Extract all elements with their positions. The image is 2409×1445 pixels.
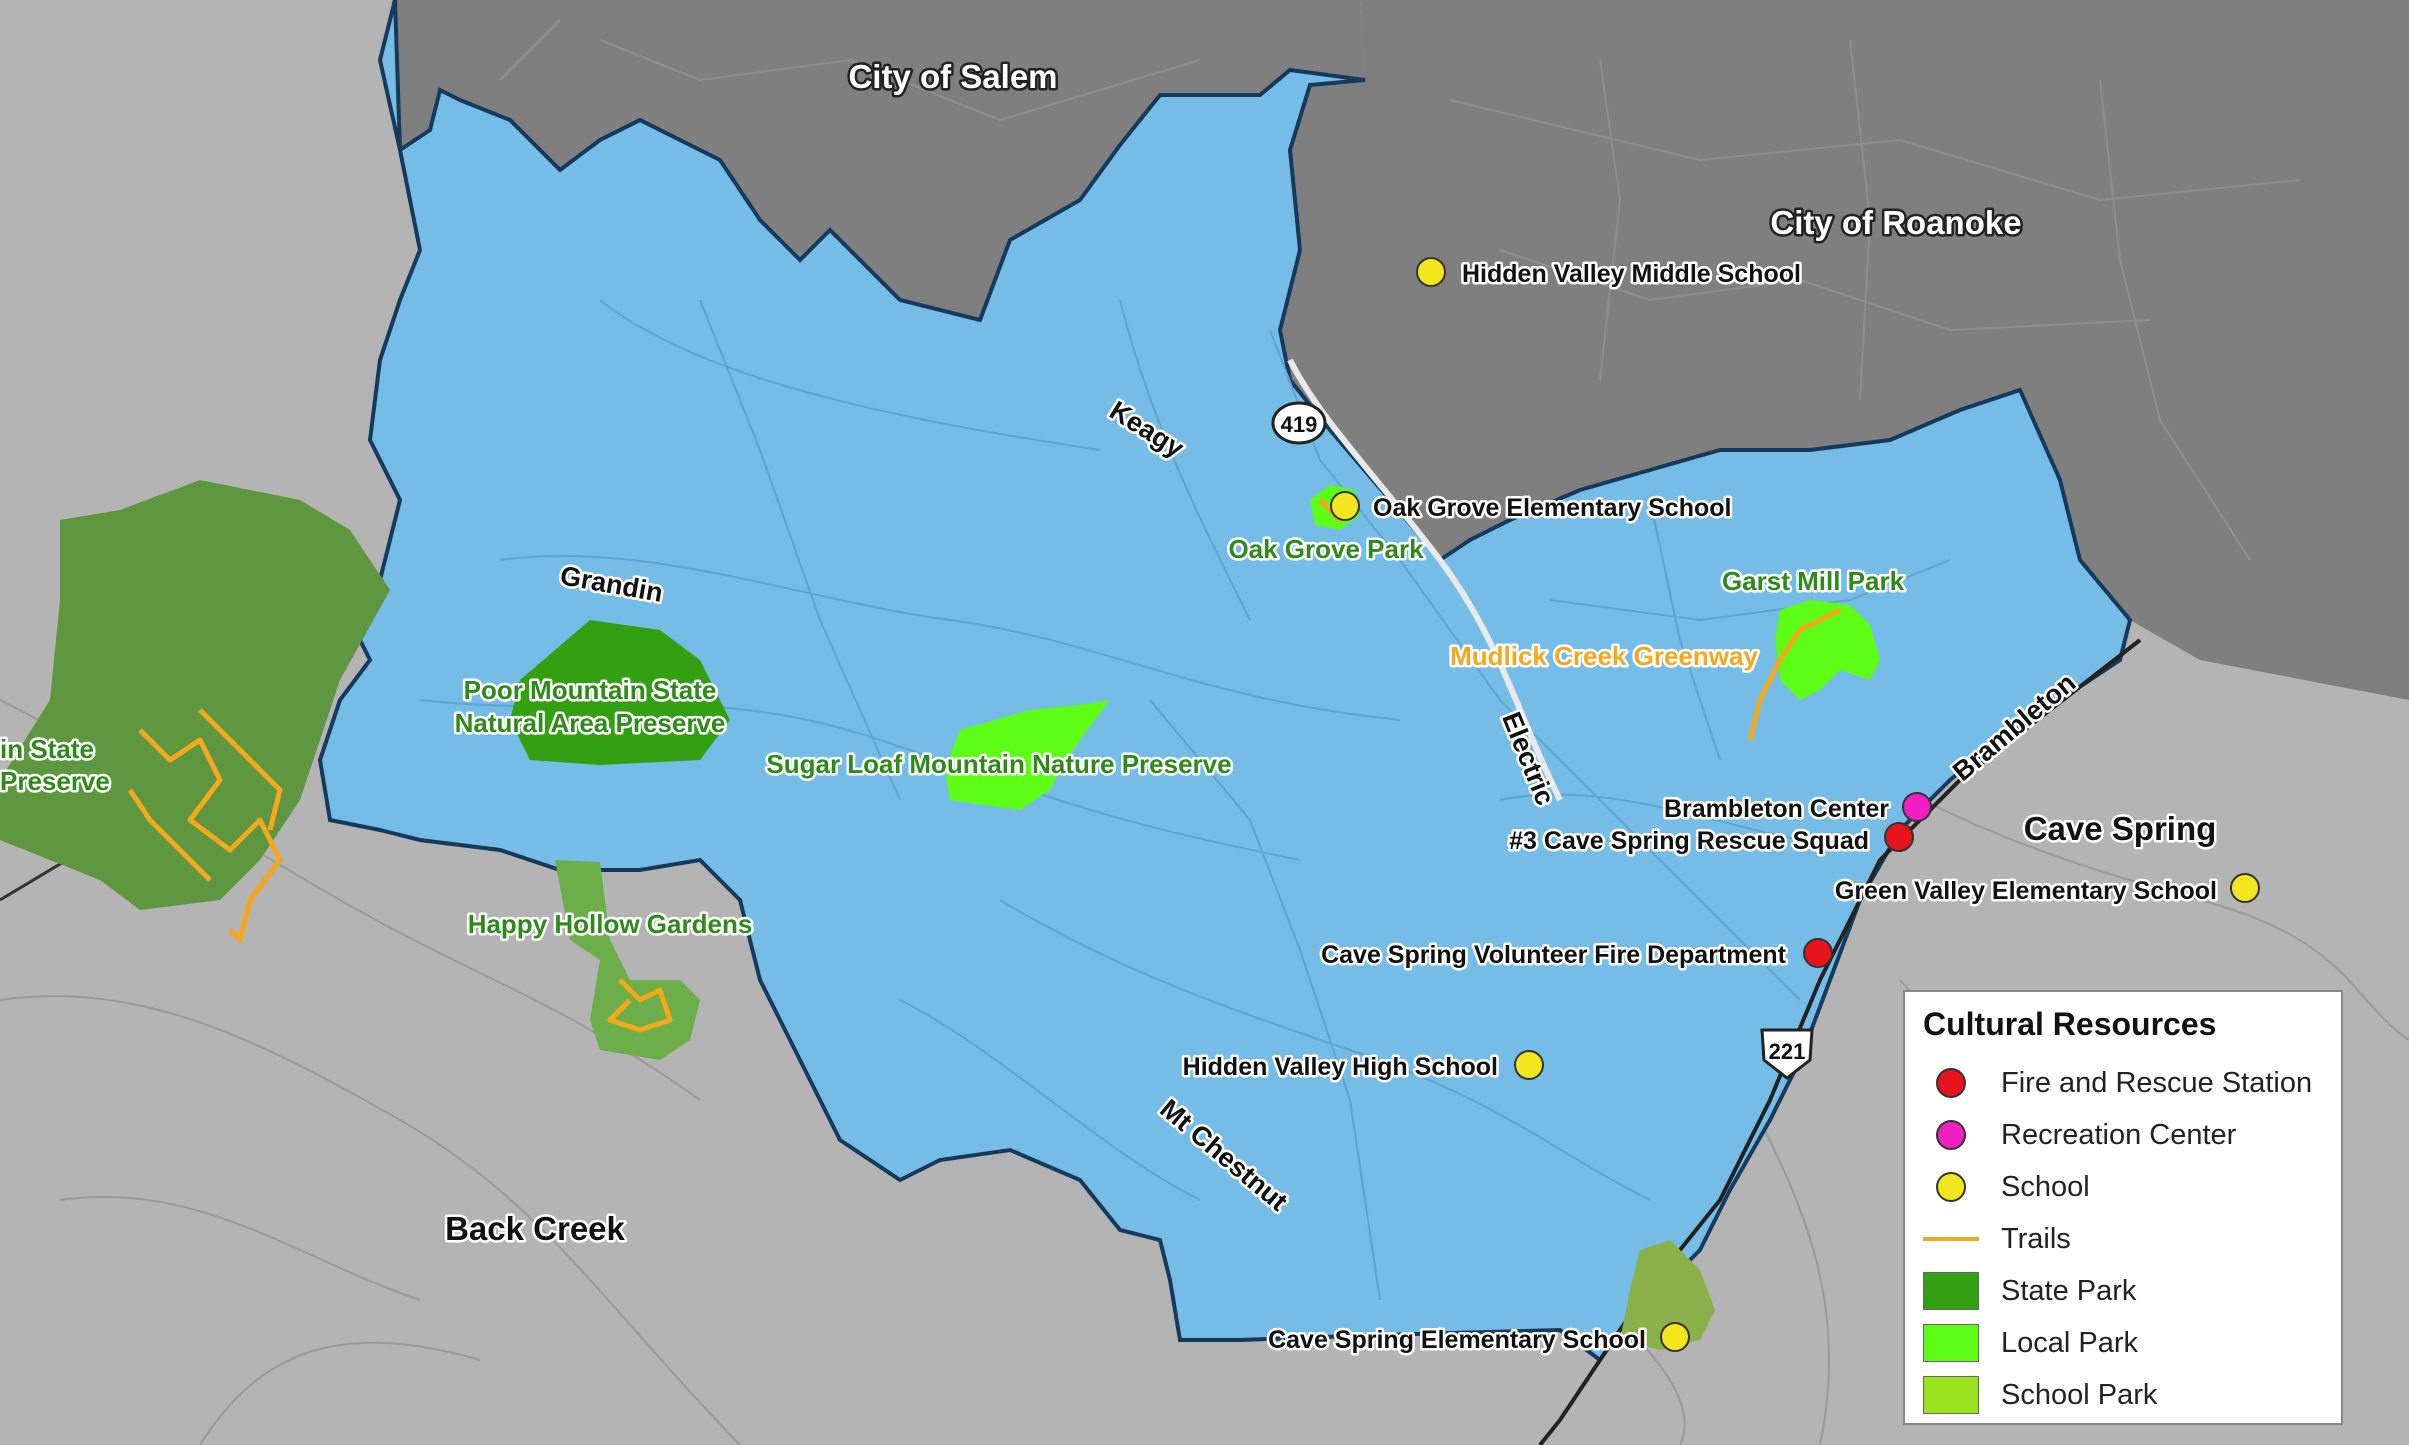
label-cut-park-2: Preserve bbox=[0, 766, 110, 796]
hidden-valley-high-marker[interactable] bbox=[1514, 1050, 1544, 1080]
label-green-valley-elementary: Green Valley Elementary School bbox=[1835, 877, 2217, 905]
label-brambleton-center: Brambleton Center bbox=[1664, 795, 1889, 823]
legend-label: School bbox=[2001, 1170, 2090, 1203]
label-poor-mountain-1: Poor Mountain State bbox=[464, 675, 717, 705]
legend-title: Cultural Resources bbox=[1923, 1006, 2217, 1042]
label-hidden-valley-high: Hidden Valley High School bbox=[1183, 1053, 1498, 1081]
label-oak-grove-elementary: Oak Grove Elementary School bbox=[1373, 494, 1731, 522]
local-park-swatch-icon bbox=[1923, 1324, 1979, 1362]
label-mudlick-creek-greenway: Mudlick Creek Greenway bbox=[1450, 641, 1758, 671]
cave-spring-fire-marker[interactable] bbox=[1803, 938, 1833, 968]
legend-item-school: School bbox=[1923, 1161, 2323, 1213]
fire-rescue-symbol-icon bbox=[1936, 1068, 1966, 1098]
green-valley-elementary-marker[interactable] bbox=[2230, 873, 2260, 903]
legend-item-school-park: School Park bbox=[1923, 1369, 2323, 1421]
legend-label: Trails bbox=[2001, 1222, 2071, 1255]
label-cave-spring-fire: Cave Spring Volunteer Fire Department bbox=[1321, 941, 1787, 969]
label-cave-spring-elementary: Cave Spring Elementary School bbox=[1268, 1326, 1646, 1354]
recreation-center-symbol-icon bbox=[1936, 1120, 1966, 1150]
legend-label: School Park bbox=[2001, 1378, 2158, 1411]
label-garst-mill-park: Garst Mill Park bbox=[1722, 566, 1905, 596]
legend-panel: Cultural Resources Fire and Rescue Stati… bbox=[1903, 990, 2343, 1425]
hidden-valley-middle-school-marker[interactable] bbox=[1416, 257, 1446, 287]
school-symbol-icon bbox=[1936, 1172, 1966, 1202]
legend-label: State Park bbox=[2001, 1274, 2137, 1307]
label-cave-spring-rescue: #3 Cave Spring Rescue Squad bbox=[1509, 827, 1869, 855]
route-419-shield: 419 bbox=[1271, 401, 1327, 445]
legend-item-fire-rescue: Fire and Rescue Station bbox=[1923, 1057, 2323, 1109]
state-park-swatch-icon bbox=[1923, 1272, 1979, 1310]
legend-label: Fire and Rescue Station bbox=[2001, 1066, 2313, 1099]
cave-spring-elementary-marker[interactable] bbox=[1660, 1322, 1690, 1352]
trail-symbol-icon bbox=[1923, 1237, 1979, 1241]
svg-text:419: 419 bbox=[1281, 412, 1318, 437]
label-city-of-roanoke: City of Roanoke bbox=[1770, 204, 2021, 241]
label-oak-grove-park: Oak Grove Park bbox=[1228, 534, 1424, 564]
label-happy-hollow: Happy Hollow Gardens bbox=[468, 909, 753, 939]
legend-item-state-park: State Park bbox=[1923, 1265, 2323, 1317]
label-hidden-valley-middle: Hidden Valley Middle School bbox=[1462, 260, 1801, 288]
legend-item-recreation-center: Recreation Center bbox=[1923, 1109, 2323, 1161]
label-city-of-salem: City of Salem bbox=[848, 58, 1057, 95]
label-cut-park-1: in State bbox=[0, 734, 94, 764]
label-poor-mountain-2: Natural Area Preserve bbox=[455, 708, 726, 738]
label-sugar-loaf: Sugar Loaf Mountain Nature Preserve bbox=[766, 749, 1231, 779]
brambleton-center-marker[interactable] bbox=[1902, 792, 1932, 822]
label-back-creek: Back Creek bbox=[445, 1210, 625, 1247]
legend-item-local-park: Local Park bbox=[1923, 1317, 2323, 1369]
oak-grove-elementary-marker[interactable] bbox=[1330, 491, 1360, 521]
cave-spring-rescue-marker[interactable] bbox=[1884, 822, 1914, 852]
label-cave-spring: Cave Spring bbox=[2024, 810, 2217, 847]
legend-item-trails: Trails bbox=[1923, 1213, 2323, 1265]
school-park-swatch-icon bbox=[1923, 1376, 1979, 1414]
svg-text:221: 221 bbox=[1769, 1039, 1806, 1064]
legend-label: Local Park bbox=[2001, 1326, 2139, 1359]
legend-label: Recreation Center bbox=[2001, 1118, 2237, 1151]
